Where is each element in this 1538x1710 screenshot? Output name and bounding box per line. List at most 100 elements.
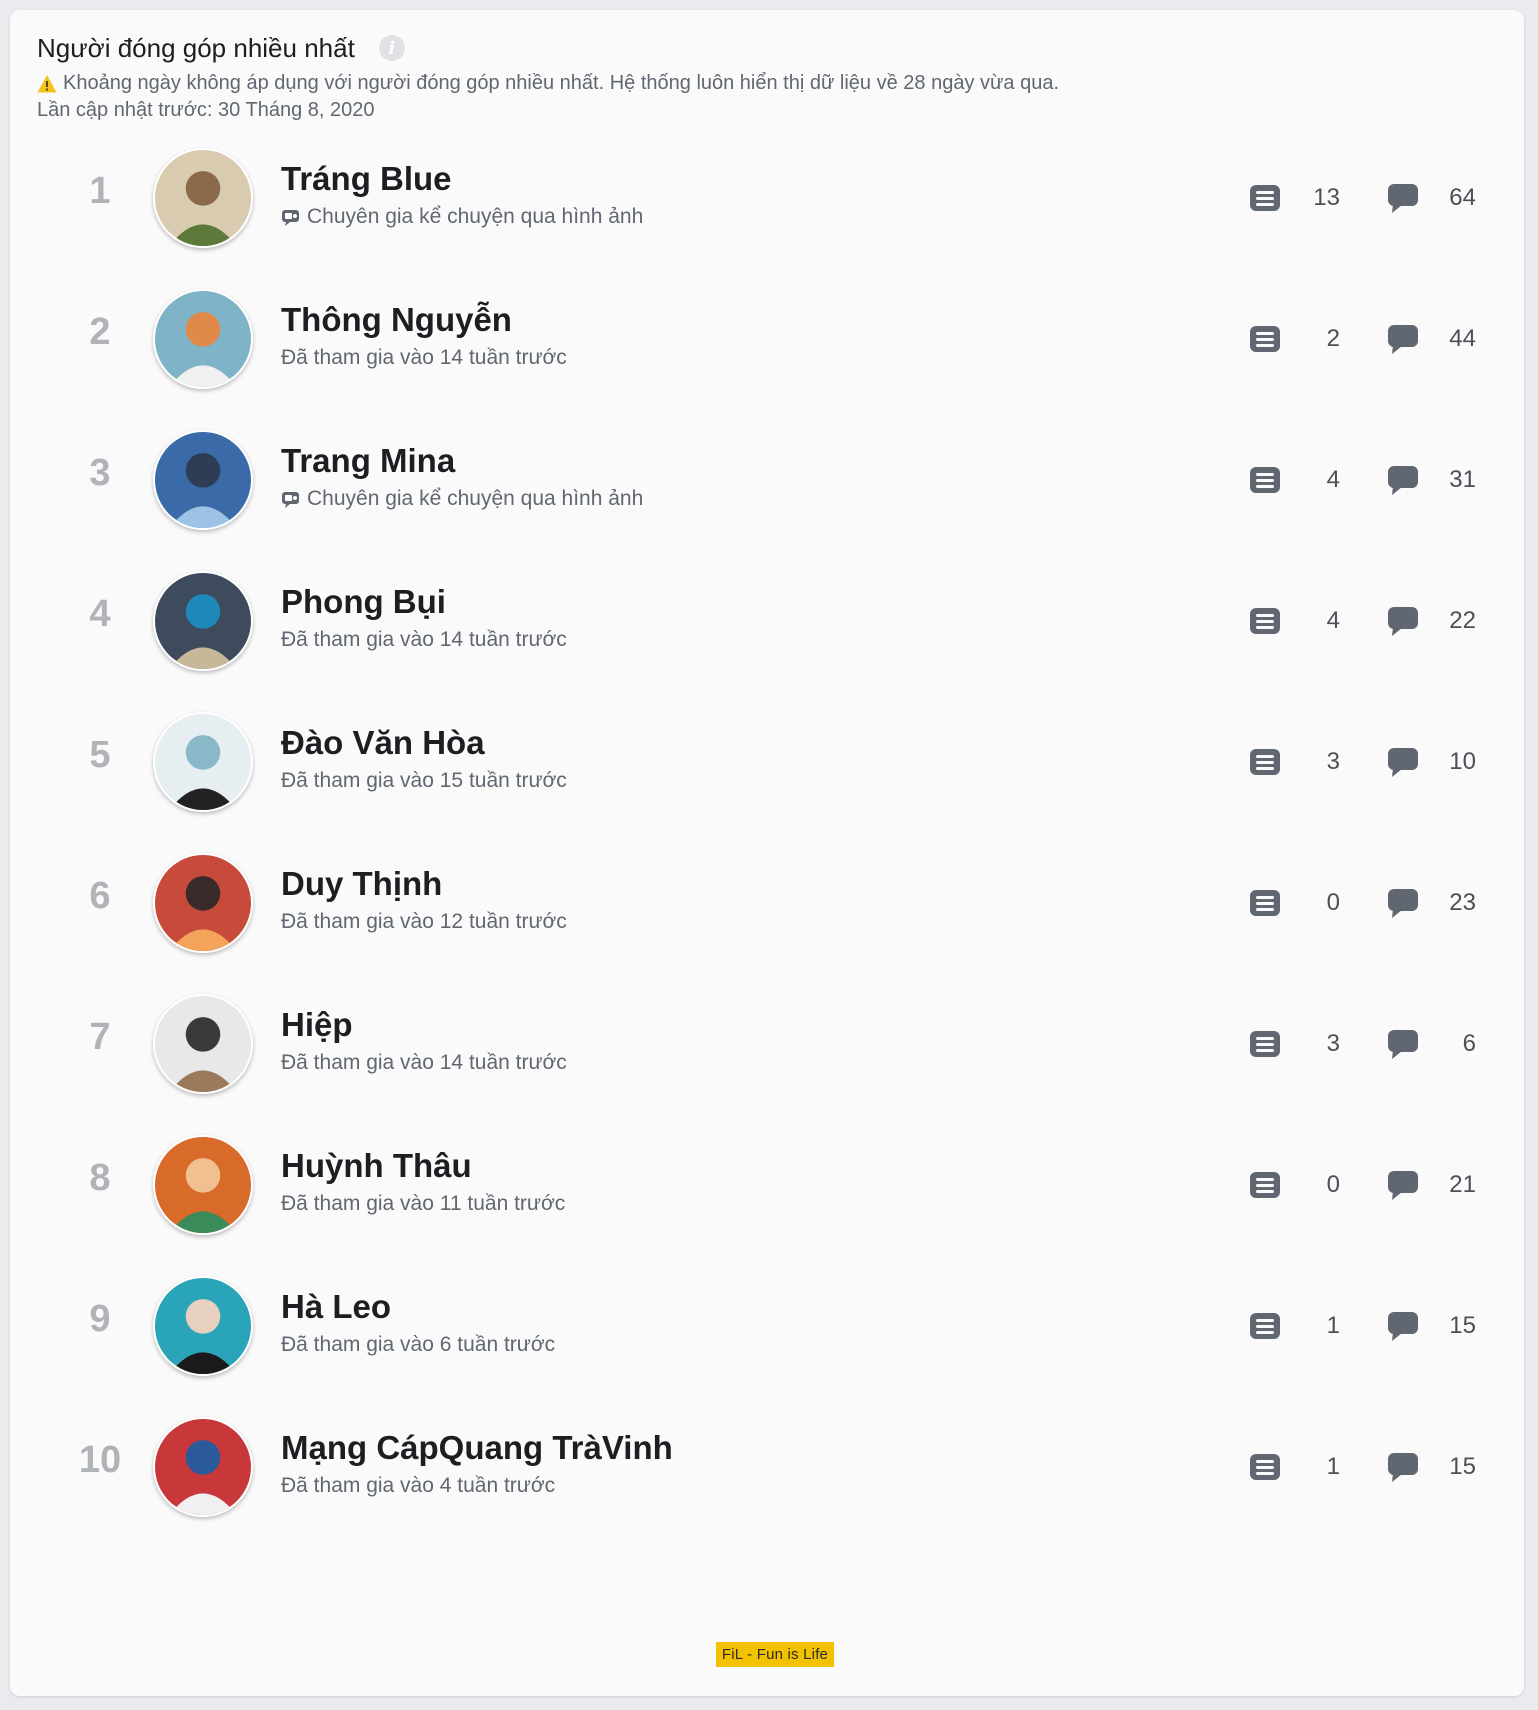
comment-count: 10 — [1449, 748, 1476, 775]
avatar-image — [155, 1278, 251, 1374]
post-icon — [1250, 1454, 1280, 1480]
rank-number: 1 — [89, 170, 111, 212]
post-count: 1 — [1326, 1312, 1340, 1339]
contributor-name[interactable]: Hà Leo — [281, 1288, 391, 1326]
contributor-stats: 2 44 — [1248, 319, 1476, 359]
contributor-stats: 4 31 — [1248, 460, 1476, 500]
avatar[interactable] — [153, 1417, 253, 1517]
post-icon — [1250, 326, 1280, 352]
comment-count: 21 — [1449, 1171, 1476, 1198]
subtitle-text: Đã tham gia vào 14 tuần trước — [281, 346, 567, 369]
subtitle-text: Đã tham gia vào 12 tuần trước — [281, 910, 567, 933]
subtitle-text: Đã tham gia vào 15 tuần trước — [281, 769, 567, 792]
info-icon[interactable]: i — [378, 35, 405, 61]
rank-number: 9 — [89, 1298, 111, 1340]
comment-icon — [1388, 1453, 1418, 1482]
post-count: 3 — [1326, 1030, 1340, 1057]
rank-number: 3 — [89, 452, 111, 494]
contributor-name[interactable]: Thông Nguyễn — [281, 301, 512, 339]
contributor-stats: 0 23 — [1248, 883, 1476, 923]
subtitle-text: Đã tham gia vào 6 tuần trước — [281, 1333, 556, 1356]
rank-number: 6 — [89, 875, 111, 917]
contributor-row: 7 Hiệp Đã tham gia vào 14 tuần trước 3 6 — [10, 986, 1524, 1096]
contributor-name[interactable]: Duy Thịnh — [281, 865, 442, 903]
title-row: Người đóng góp nhiều nhất i — [37, 32, 1437, 64]
avatar-image — [155, 150, 251, 246]
avatar[interactable] — [153, 148, 253, 248]
top-contributors-card: Người đóng góp nhiều nhất i Khoảng ngày … — [10, 10, 1524, 1696]
contributor-row: 4 Phong Bụi Đã tham gia vào 14 tuần trướ… — [10, 563, 1524, 673]
subtitle-text: Đã tham gia vào 11 tuần trước — [281, 1192, 566, 1215]
rank-number: 5 — [89, 734, 111, 776]
contributor-row: 3 Trang Mina Chuyên gia kể chuyện qua hì… — [10, 422, 1524, 532]
contributor-subtitle: Đã tham gia vào 15 tuần trước — [281, 769, 567, 793]
contributor-name[interactable]: Đào Văn Hòa — [281, 724, 485, 762]
contributor-row: 6 Duy Thịnh Đã tham gia vào 12 tuần trướ… — [10, 845, 1524, 955]
subtitle-text: Đã tham gia vào 14 tuần trước — [281, 1051, 567, 1074]
contributor-stats: 1 15 — [1248, 1447, 1476, 1487]
avatar[interactable] — [153, 1135, 253, 1235]
contributor-subtitle: Đã tham gia vào 6 tuần trước — [281, 1333, 555, 1357]
contributor-name[interactable]: Hiệp — [281, 1006, 353, 1044]
comment-icon — [1388, 1312, 1418, 1341]
comment-icon — [1388, 889, 1418, 918]
contributor-subtitle: Đã tham gia vào 11 tuần trước — [281, 1192, 565, 1216]
contributor-name[interactable]: Mạng CápQuang TràVinh — [281, 1429, 673, 1467]
contributor-name[interactable]: Trang Mina — [281, 442, 455, 480]
post-count: 0 — [1326, 1171, 1340, 1198]
avatar[interactable] — [153, 430, 253, 530]
avatar-image — [155, 855, 251, 951]
post-icon — [1250, 1031, 1280, 1057]
rank-number: 2 — [89, 311, 111, 353]
comment-count: 64 — [1449, 184, 1476, 211]
contributor-name[interactable]: Phong Bụi — [281, 583, 446, 621]
avatar-image — [155, 1419, 251, 1515]
avatar-image — [155, 714, 251, 810]
card-title: Người đóng góp nhiều nhất — [37, 32, 355, 63]
contributor-subtitle: Đã tham gia vào 12 tuần trước — [281, 910, 567, 934]
post-count: 13 — [1313, 184, 1340, 211]
avatar[interactable] — [153, 994, 253, 1094]
date-range-note: Khoảng ngày không áp dụng với người đóng… — [37, 72, 1437, 95]
subtitle-text: Đã tham gia vào 14 tuần trước — [281, 628, 567, 651]
avatar[interactable] — [153, 289, 253, 389]
comment-count: 44 — [1449, 325, 1476, 352]
contributor-row: 9 Hà Leo Đã tham gia vào 6 tuần trước 1 … — [10, 1268, 1524, 1378]
subtitle-text: Chuyên gia kể chuyện qua hình ảnh — [307, 487, 644, 510]
contributor-stats: 4 22 — [1248, 601, 1476, 641]
avatar-image — [155, 432, 251, 528]
rank-number: 7 — [89, 1016, 111, 1058]
comment-count: 23 — [1449, 889, 1476, 916]
contributor-stats: 1 15 — [1248, 1306, 1476, 1346]
avatar-image — [155, 573, 251, 669]
contributor-stats: 3 6 — [1248, 1024, 1476, 1064]
comment-count: 15 — [1449, 1312, 1476, 1339]
contributor-subtitle: Đã tham gia vào 14 tuần trước — [281, 628, 567, 652]
contributor-stats: 13 64 — [1248, 178, 1476, 218]
visual-storyteller-badge-icon — [282, 492, 299, 508]
comment-count: 31 — [1449, 466, 1476, 493]
contributor-row: 10 Mạng CápQuang TràVinh Đã tham gia vào… — [10, 1409, 1524, 1519]
post-icon — [1250, 467, 1280, 493]
comment-count: 6 — [1462, 1030, 1476, 1057]
comment-icon — [1388, 1171, 1418, 1200]
avatar[interactable] — [153, 853, 253, 953]
avatar[interactable] — [153, 571, 253, 671]
comment-icon — [1388, 466, 1418, 495]
post-icon — [1250, 1313, 1280, 1339]
post-icon — [1250, 1172, 1280, 1198]
contributor-row: 2 Thông Nguyễn Đã tham gia vào 14 tuần t… — [10, 281, 1524, 391]
card-header: Người đóng góp nhiều nhất i Khoảng ngày … — [37, 32, 1437, 122]
post-count: 4 — [1326, 466, 1340, 493]
post-icon — [1250, 608, 1280, 634]
contributor-name[interactable]: Huỳnh Thâu — [281, 1147, 472, 1185]
avatar[interactable] — [153, 712, 253, 812]
contributor-name[interactable]: Tráng Blue — [281, 160, 452, 198]
comment-icon — [1388, 1030, 1418, 1059]
contributor-subtitle: Chuyên gia kể chuyện qua hình ảnh — [281, 487, 643, 511]
contributor-stats: 3 10 — [1248, 742, 1476, 782]
comment-count: 22 — [1449, 607, 1476, 634]
post-icon — [1250, 749, 1280, 775]
contributor-row: 5 Đào Văn Hòa Đã tham gia vào 15 tuần tr… — [10, 704, 1524, 814]
avatar[interactable] — [153, 1276, 253, 1376]
